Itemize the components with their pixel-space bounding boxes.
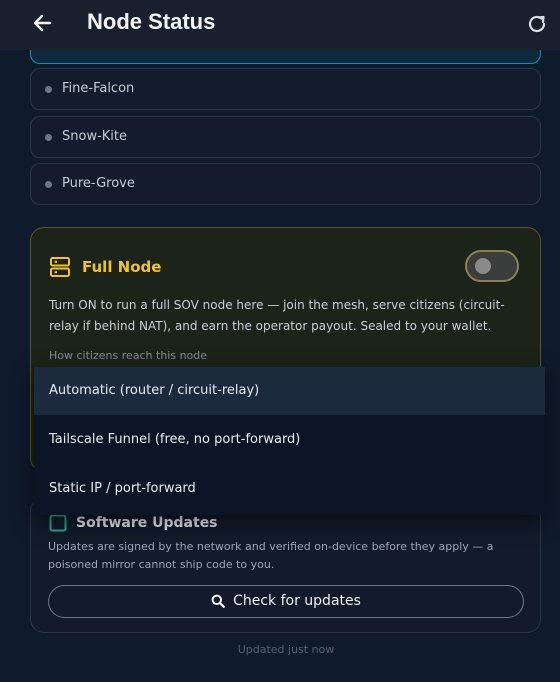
peer-item[interactable]: Pure-Grove	[30, 163, 541, 205]
full-node-toggle[interactable]	[465, 250, 519, 282]
toggle-knob	[475, 258, 491, 274]
refresh-icon	[528, 15, 546, 33]
check-updates-button[interactable]: Check for updates	[48, 585, 524, 618]
peer-item[interactable]: Fine-Falcon	[30, 68, 541, 110]
software-updates-card: Software Updates Updates are signed by t…	[30, 497, 541, 633]
search-icon	[211, 594, 225, 608]
updated-timestamp: Updated just now	[237, 643, 335, 656]
peer-item[interactable]: Snow-Kite	[30, 116, 541, 158]
software-updates-title: Software Updates	[76, 515, 218, 531]
update-icon	[49, 514, 67, 532]
peer-name: Fine-Falcon	[62, 81, 135, 96]
full-node-title: Full Node	[82, 258, 162, 276]
status-dot	[45, 181, 52, 188]
refresh-button[interactable]	[524, 11, 550, 37]
status-dot	[45, 86, 52, 93]
dropdown-option-static-ip[interactable]: Static IP / port-forward	[34, 465, 545, 513]
reach-method-dropdown[interactable]: Automatic (router / circuit-relay) Tails…	[34, 367, 545, 515]
peer-name: Snow-Kite	[62, 129, 127, 144]
full-node-description: Turn ON to run a full SOV node here — jo…	[49, 298, 505, 333]
server-icon	[49, 256, 71, 278]
reach-label: How citizens reach this node	[49, 349, 208, 362]
check-updates-label: Check for updates	[233, 593, 361, 609]
dropdown-option-automatic[interactable]: Automatic (router / circuit-relay)	[34, 367, 545, 415]
software-updates-description: Updates are signed by the network and ve…	[48, 540, 494, 571]
status-dot	[45, 134, 52, 141]
app-header: Node Status	[0, 0, 560, 50]
arrow-left-icon	[33, 14, 52, 32]
page-title: Node Status	[87, 9, 216, 34]
peer-name: Pure-Grove	[62, 176, 135, 191]
dropdown-option-tailscale[interactable]: Tailscale Funnel (free, no port-forward)	[34, 416, 545, 464]
back-button[interactable]	[28, 8, 58, 38]
